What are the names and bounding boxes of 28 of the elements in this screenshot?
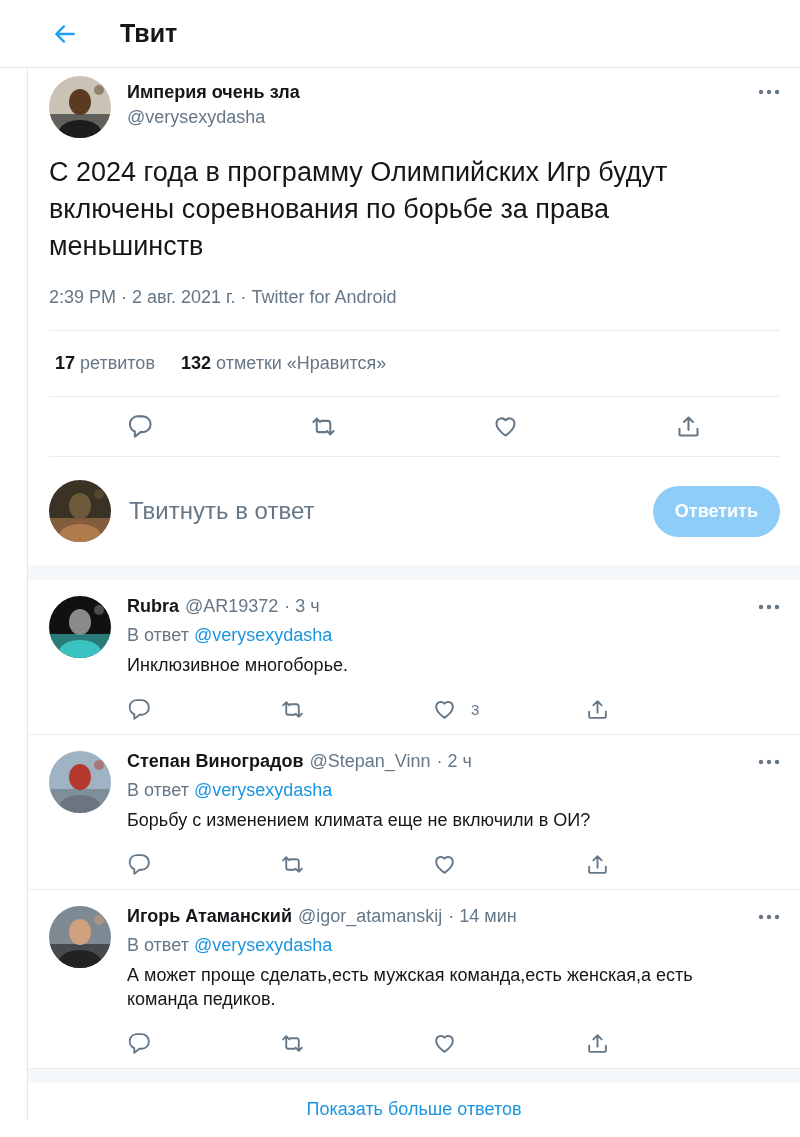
stat-link[interactable]: 132 отметки «Нравится» [180, 353, 387, 374]
tweet-text: С 2024 года в программу Олимпийских Игр будут включены соревнования по борьбе за права меньшинств [49, 156, 669, 263]
reply-author-name: Степан Виноградов [127, 751, 304, 772]
mention-link[interactable]: @verysexydasha [193, 625, 333, 645]
reply-author-name: Rubra [127, 596, 179, 617]
reply-time: · 3 ч [284, 596, 320, 617]
reply-text: Борьбу с изменением климата еще не включили в ОИ? [127, 809, 592, 832]
like-count: 3 [471, 701, 480, 718]
reply-time: · 14 мин [448, 906, 517, 927]
author-name: Империя очень зла [127, 82, 301, 103]
stat-link[interactable]: 17 ретвитов [55, 353, 155, 374]
show-more-link[interactable]: Показать больше ответов [306, 1099, 522, 1119]
reply-author-handle: @Stepan_Vinn [309, 751, 431, 772]
reply-field[interactable]: Твитнуть в ответ [129, 497, 635, 525]
reply-context: В ответ @verysexydasha [127, 624, 334, 647]
mention-link[interactable]: @verysexydasha [193, 935, 333, 955]
reply-context: В ответ @verysexydasha [127, 934, 334, 957]
author-handle: @verysexydasha [127, 107, 267, 128]
reply-text: А может проще сделать,есть мужская команда,есть женская,а есть команда педиков. [127, 964, 694, 1011]
reply-author-handle: @AR19372 [185, 596, 279, 617]
page-title: Твит [120, 19, 178, 48]
reply-time: · 2 ч [436, 751, 472, 772]
reply-text: Инклюзивное многоборье. [127, 654, 350, 677]
tweet-timestamp: 2:39 PM · 2 авг. 2021 г. · Twitter for Android [49, 287, 398, 308]
reply-context: В ответ @verysexydasha [127, 779, 334, 802]
mention-link[interactable]: @verysexydasha [193, 780, 333, 800]
reply-author-name: Игорь Атаманский [127, 906, 292, 927]
reply-author-handle: @igor_atamanskij [297, 906, 443, 927]
